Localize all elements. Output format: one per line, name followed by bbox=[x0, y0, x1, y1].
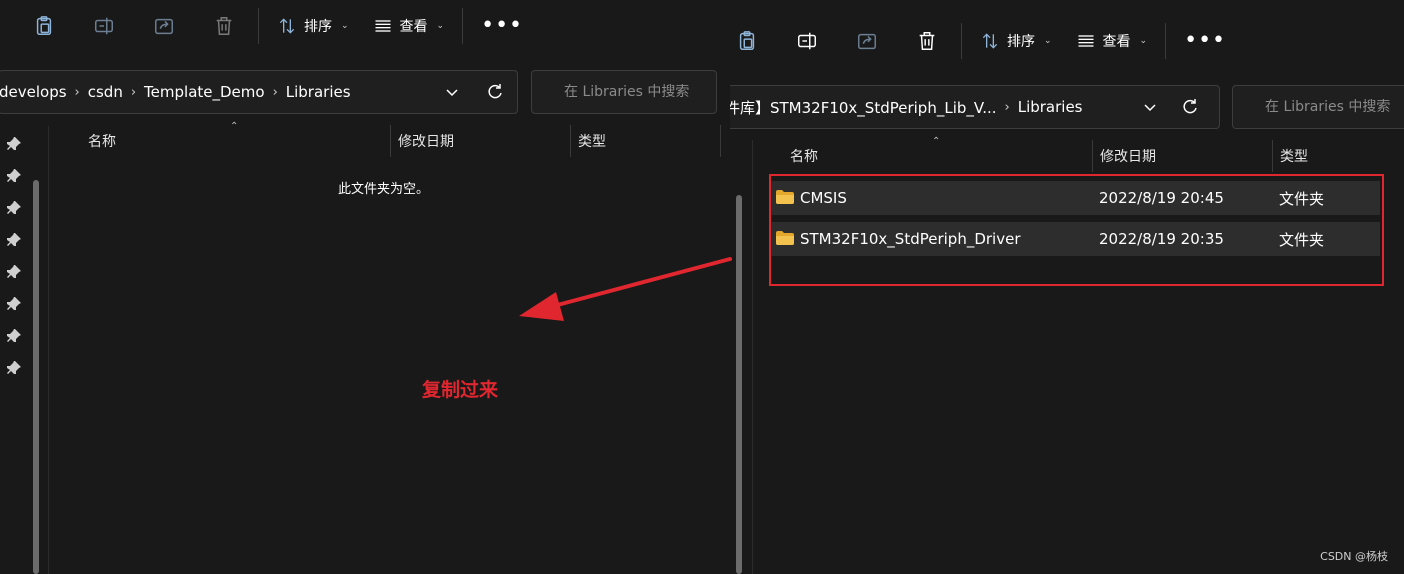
column-date-header[interactable]: 修改日期 bbox=[390, 125, 570, 157]
column-type-label: 类型 bbox=[1280, 149, 1308, 165]
chevron-down-icon: ⌄ bbox=[341, 21, 349, 31]
view-label: 查看 bbox=[1102, 34, 1131, 50]
paste-icon[interactable] bbox=[24, 6, 64, 46]
chevron-down-icon: ⌄ bbox=[1139, 36, 1148, 46]
column-name-label: 名称 bbox=[790, 149, 818, 165]
refresh-icon[interactable] bbox=[481, 71, 509, 113]
pin-icon[interactable] bbox=[6, 168, 22, 184]
sort-button[interactable]: 排序 ⌄ bbox=[265, 8, 361, 44]
view-button[interactable]: 查看 ⌄ bbox=[1064, 23, 1160, 59]
annotation-highlight-box bbox=[769, 174, 1384, 286]
chevron-down-icon: ⌄ bbox=[436, 21, 445, 31]
address-bar[interactable]: develops › csdn › Template_Demo › Librar… bbox=[0, 70, 518, 114]
sort-icon bbox=[279, 18, 295, 34]
pin-icon[interactable] bbox=[6, 296, 22, 312]
more-options-button[interactable]: ••• bbox=[1172, 30, 1238, 52]
nav-pane-scrollbar[interactable] bbox=[736, 195, 742, 574]
pin-icon[interactable] bbox=[6, 200, 22, 216]
column-type-label: 类型 bbox=[578, 134, 606, 150]
column-header-row: 名称 ⌃ 修改日期 类型 bbox=[782, 136, 1404, 172]
breadcrumb-item[interactable]: develops bbox=[0, 83, 67, 101]
column-date-label: 修改日期 bbox=[1100, 149, 1156, 165]
breadcrumb-item[interactable]: Libraries bbox=[286, 83, 351, 101]
right-explorer-window: 排序 ⌄ 查看 ⌄ ••• 件库】STM32F10x_StdPeriph_Lib… bbox=[730, 0, 1404, 574]
chevron-right-icon: › bbox=[74, 84, 80, 100]
breadcrumb-item[interactable]: Libraries bbox=[1018, 98, 1083, 116]
toolbar-divider bbox=[1165, 23, 1167, 59]
sort-label: 排序 bbox=[1007, 34, 1035, 50]
column-date-header[interactable]: 修改日期 bbox=[1092, 140, 1272, 172]
view-label: 查看 bbox=[399, 19, 428, 35]
pin-icon[interactable] bbox=[6, 264, 22, 280]
search-input[interactable] bbox=[1265, 99, 1404, 115]
column-name-label: 名称 bbox=[88, 134, 116, 150]
address-history-chevron-icon[interactable] bbox=[1137, 86, 1163, 128]
share-icon[interactable] bbox=[847, 21, 887, 61]
sort-icon bbox=[982, 33, 998, 49]
column-date-label: 修改日期 bbox=[398, 134, 454, 150]
address-bar[interactable]: 件库】STM32F10x_StdPeriph_Lib_V... › Librar… bbox=[730, 85, 1220, 129]
column-header-row: 名称 ⌃ 修改日期 类型 bbox=[80, 121, 730, 157]
right-toolbar: 排序 ⌄ 查看 ⌄ ••• bbox=[730, 21, 1404, 61]
refresh-icon[interactable] bbox=[1165, 86, 1215, 128]
column-type-header[interactable]: 类型 bbox=[1272, 140, 1402, 172]
breadcrumb-item[interactable]: 件库】STM32F10x_StdPeriph_Lib_V... bbox=[730, 97, 997, 118]
view-button[interactable]: 查看 ⌄ bbox=[361, 8, 457, 44]
delete-icon[interactable] bbox=[907, 21, 947, 61]
view-icon bbox=[1078, 35, 1094, 47]
column-divider[interactable] bbox=[720, 125, 721, 157]
breadcrumb-item[interactable]: csdn bbox=[88, 83, 123, 101]
search-input[interactable] bbox=[564, 84, 716, 100]
toolbar-divider bbox=[462, 8, 464, 44]
rename-icon[interactable] bbox=[787, 21, 827, 61]
empty-folder-message: 此文件夹为空。 bbox=[338, 182, 430, 197]
sort-button[interactable]: 排序 ⌄ bbox=[968, 23, 1064, 59]
sort-label: 排序 bbox=[304, 19, 332, 35]
pin-icon[interactable] bbox=[6, 328, 22, 344]
address-history-chevron-icon[interactable] bbox=[439, 71, 465, 113]
breadcrumb-item[interactable]: Template_Demo bbox=[144, 83, 265, 101]
paste-icon[interactable] bbox=[730, 21, 767, 61]
rename-icon[interactable] bbox=[84, 6, 124, 46]
pin-icon[interactable] bbox=[6, 360, 22, 376]
nav-pane-scrollbar[interactable] bbox=[33, 180, 39, 574]
left-toolbar: 排序 ⌄ 查看 ⌄ ••• bbox=[24, 6, 730, 46]
nav-pane-divider bbox=[752, 140, 753, 574]
sort-ascending-icon: ⌃ bbox=[932, 136, 941, 147]
toolbar-divider bbox=[258, 8, 259, 44]
view-icon bbox=[375, 20, 391, 32]
column-type-header[interactable]: 类型 bbox=[570, 125, 720, 157]
chevron-right-icon: › bbox=[130, 84, 137, 100]
chevron-right-icon: › bbox=[272, 84, 278, 100]
sort-ascending-icon: ⌃ bbox=[230, 121, 239, 132]
pin-icon[interactable] bbox=[6, 136, 22, 152]
toolbar-divider bbox=[961, 23, 962, 59]
chevron-down-icon: ⌄ bbox=[1044, 36, 1052, 46]
search-box[interactable] bbox=[531, 70, 717, 114]
nav-pane-divider bbox=[48, 126, 49, 574]
annotation-callout-text: 复制过来 bbox=[422, 379, 499, 401]
watermark: CSDN @杨枝 bbox=[1320, 550, 1388, 563]
more-options-button[interactable]: ••• bbox=[469, 15, 535, 37]
delete-icon[interactable] bbox=[204, 6, 244, 46]
left-explorer-window: 排序 ⌄ 查看 ⌄ ••• develops › csdn › Template… bbox=[0, 0, 730, 574]
chevron-right-icon: › bbox=[1004, 99, 1010, 115]
quick-access-pins bbox=[0, 126, 30, 574]
pin-icon[interactable] bbox=[6, 232, 22, 248]
share-icon[interactable] bbox=[144, 6, 184, 46]
search-box[interactable] bbox=[1232, 85, 1404, 129]
